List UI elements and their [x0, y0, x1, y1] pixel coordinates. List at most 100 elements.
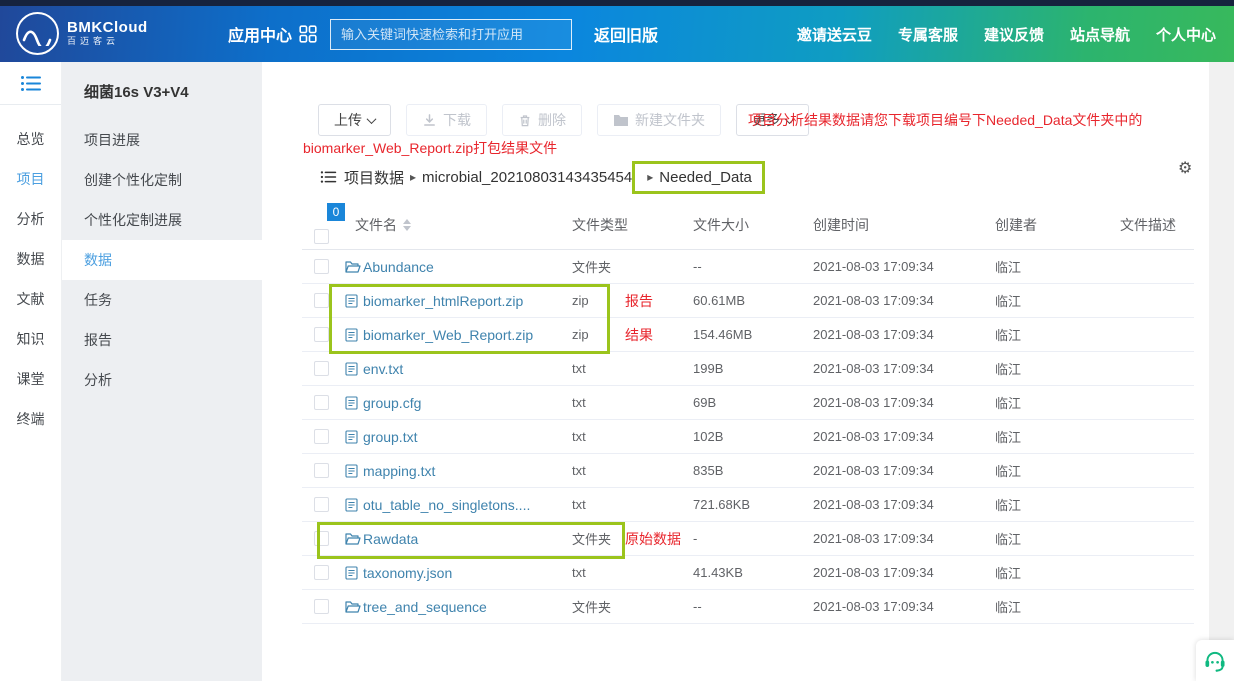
- file-creator: 临江: [995, 590, 1021, 623]
- row-checkbox[interactable]: [314, 497, 329, 512]
- row-checkbox[interactable]: [314, 327, 329, 342]
- new-folder-button[interactable]: 新建文件夹: [597, 104, 721, 136]
- app-center-button[interactable]: 应用中心: [228, 6, 317, 62]
- submenu-item[interactable]: 任务: [62, 280, 262, 320]
- submenu-item[interactable]: 项目进展: [62, 120, 262, 160]
- file-creator: 临江: [995, 250, 1021, 283]
- navbar-link[interactable]: 建议反馈: [984, 24, 1044, 45]
- primary-sidebar-items: 总览项目分析数据文献知识课堂终端: [0, 119, 61, 439]
- file-creator: 临江: [995, 284, 1021, 317]
- sidebar-item[interactable]: 知识: [0, 319, 61, 359]
- row-checkbox[interactable]: [314, 361, 329, 376]
- table-row[interactable]: biomarker_htmlReport.zip zip 报告 60.61MB …: [302, 284, 1194, 318]
- row-checkbox[interactable]: [314, 293, 329, 308]
- navbar-link[interactable]: 个人中心: [1156, 24, 1216, 45]
- table-row[interactable]: Rawdata 文件夹 原始数据 - 2021-08-03 17:09:34 临…: [302, 522, 1194, 556]
- row-checkbox[interactable]: [314, 565, 329, 580]
- file-name-link[interactable]: biomarker_Web_Report.zip: [363, 318, 533, 351]
- row-checkbox[interactable]: [314, 599, 329, 614]
- breadcrumb-current[interactable]: Needed_Data: [659, 169, 752, 186]
- customer-service-button[interactable]: [1196, 640, 1234, 681]
- new-folder-icon: [613, 113, 629, 127]
- file-name-link[interactable]: group.cfg: [363, 386, 421, 419]
- breadcrumb-root[interactable]: 项目数据: [344, 167, 404, 188]
- table-row[interactable]: group.cfg txt 69B 2021-08-03 17:09:34 临江: [302, 386, 1194, 420]
- file-size: 41.43KB: [693, 556, 743, 589]
- red-annotation: 原始数据: [625, 522, 681, 555]
- download-button[interactable]: 下载: [406, 104, 487, 136]
- file-type: zip: [572, 318, 589, 351]
- delete-label: 删除: [538, 110, 566, 130]
- file-size: --: [693, 250, 702, 283]
- file-created-time: 2021-08-03 17:09:34: [813, 556, 934, 589]
- file-name-link[interactable]: Rawdata: [363, 522, 418, 555]
- row-checkbox[interactable]: [314, 531, 329, 546]
- select-all-checkbox[interactable]: [314, 229, 329, 244]
- submenu-item[interactable]: 创建个性化定制: [62, 160, 262, 200]
- file-name-link[interactable]: biomarker_htmlReport.zip: [363, 284, 523, 317]
- gear-settings-icon[interactable]: ⚙: [1178, 158, 1192, 177]
- row-checkbox[interactable]: [314, 463, 329, 478]
- file-type: 文件夹: [572, 590, 611, 623]
- sidebar-item[interactable]: 项目: [0, 159, 61, 199]
- file-creator: 临江: [995, 488, 1021, 521]
- submenu-item[interactable]: 个性化定制进展: [62, 200, 262, 240]
- back-to-old-version-link[interactable]: 返回旧版: [594, 6, 658, 62]
- file-icon: [345, 328, 358, 342]
- sidebar-item[interactable]: 文献: [0, 279, 61, 319]
- table-row[interactable]: mapping.txt txt 835B 2021-08-03 17:09:34…: [302, 454, 1194, 488]
- project-submenu: 细菌16s V3+V4 项目进展创建个性化定制个性化定制进展数据任务报告分析: [62, 62, 262, 681]
- table-row[interactable]: Abundance 文件夹 -- 2021-08-03 17:09:34 临江: [302, 250, 1194, 284]
- back-old-label: 返回旧版: [594, 22, 658, 46]
- file-icon: [345, 464, 358, 478]
- sidebar-item[interactable]: 终端: [0, 399, 61, 439]
- file-created-time: 2021-08-03 17:09:34: [813, 352, 934, 385]
- file-name-link[interactable]: otu_table_no_singletons....: [363, 488, 530, 521]
- sidebar-collapse-button[interactable]: [0, 62, 61, 105]
- bmkcloud-logo[interactable]: BMKCloud 百迈客云: [16, 12, 148, 55]
- navbar-link[interactable]: 邀请送云豆: [797, 24, 872, 45]
- file-type: 文件夹: [572, 250, 611, 283]
- file-creator: 临江: [995, 352, 1021, 385]
- sidebar-item[interactable]: 数据: [0, 239, 61, 279]
- submenu-item[interactable]: 分析: [62, 360, 262, 400]
- file-type: txt: [572, 386, 586, 419]
- upload-button[interactable]: 上传: [318, 104, 391, 136]
- sidebar-item[interactable]: 分析: [0, 199, 61, 239]
- table-row[interactable]: taxonomy.json txt 41.43KB 2021-08-03 17:…: [302, 556, 1194, 590]
- file-name-link[interactable]: env.txt: [363, 352, 403, 385]
- file-creator: 临江: [995, 454, 1021, 487]
- table-row[interactable]: biomarker_Web_Report.zip zip 结果 154.46MB…: [302, 318, 1194, 352]
- submenu-item[interactable]: 数据: [62, 240, 262, 280]
- navbar-link[interactable]: 专属客服: [898, 24, 958, 45]
- table-row[interactable]: env.txt txt 199B 2021-08-03 17:09:34 临江: [302, 352, 1194, 386]
- file-name-link[interactable]: taxonomy.json: [363, 556, 452, 589]
- breadcrumb-project[interactable]: microbial_20210803143435454: [422, 169, 632, 186]
- file-created-time: 2021-08-03 17:09:34: [813, 284, 934, 317]
- sort-icon[interactable]: [403, 219, 411, 231]
- file-name-link[interactable]: tree_and_sequence: [363, 590, 487, 623]
- row-checkbox[interactable]: [314, 395, 329, 410]
- file-name-link[interactable]: Abundance: [363, 250, 434, 283]
- table-row[interactable]: otu_table_no_singletons.... txt 721.68KB…: [302, 488, 1194, 522]
- sidebar-item[interactable]: 总览: [0, 119, 61, 159]
- folder-icon: [345, 260, 361, 274]
- row-checkbox[interactable]: [314, 429, 329, 444]
- column-header-name[interactable]: 文件名: [355, 200, 411, 249]
- chevron-down-icon: [367, 114, 377, 124]
- delete-button[interactable]: 删除: [502, 104, 582, 136]
- row-checkbox[interactable]: [314, 259, 329, 274]
- red-annotation: 报告: [625, 284, 653, 317]
- file-name-link[interactable]: group.txt: [363, 420, 417, 453]
- navbar-link[interactable]: 站点导航: [1070, 24, 1130, 45]
- table-row[interactable]: tree_and_sequence 文件夹 -- 2021-08-03 17:0…: [302, 590, 1194, 624]
- table-row[interactable]: group.txt txt 102B 2021-08-03 17:09:34 临…: [302, 420, 1194, 454]
- file-type: zip: [572, 284, 589, 317]
- file-name-link[interactable]: mapping.txt: [363, 454, 435, 487]
- folder-icon: [345, 532, 361, 546]
- submenu-item[interactable]: 报告: [62, 320, 262, 360]
- file-size: 835B: [693, 454, 723, 487]
- sidebar-item[interactable]: 课堂: [0, 359, 61, 399]
- primary-sidebar: 总览项目分析数据文献知识课堂终端: [0, 62, 62, 681]
- search-input[interactable]: [330, 19, 572, 50]
